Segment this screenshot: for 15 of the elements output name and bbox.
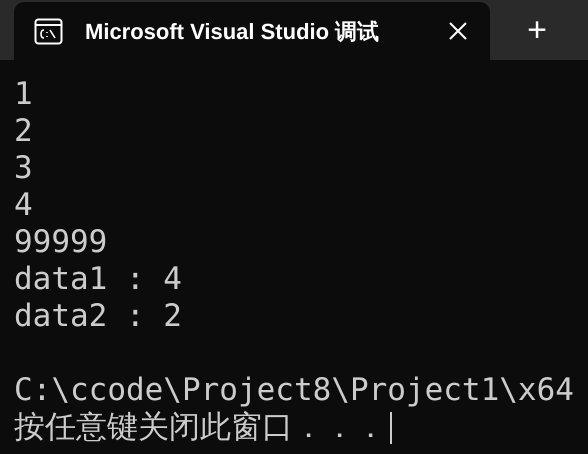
output-line: 99999 [14, 224, 108, 261]
output-line: data2 : 2 [14, 298, 182, 335]
tab-title: Microsoft Visual Studio 调试 [85, 18, 380, 46]
path-line: C:\ccode\Project8\Project1\x64 [14, 372, 574, 409]
output-line: 1 [14, 76, 33, 113]
output-line: 3 [14, 150, 33, 187]
new-tab-button[interactable]: + [504, 12, 570, 48]
text-cursor [390, 412, 392, 444]
close-icon [449, 22, 467, 40]
output-line: 2 [14, 113, 33, 150]
output-line: 4 [14, 187, 33, 224]
output-line: data1 : 4 [14, 261, 182, 298]
terminal-tab[interactable]: Microsoft Visual Studio 调试 [14, 2, 490, 60]
console-icon [34, 18, 63, 44]
prompt-text: 按任意键关闭此窗口．．． [14, 409, 386, 446]
